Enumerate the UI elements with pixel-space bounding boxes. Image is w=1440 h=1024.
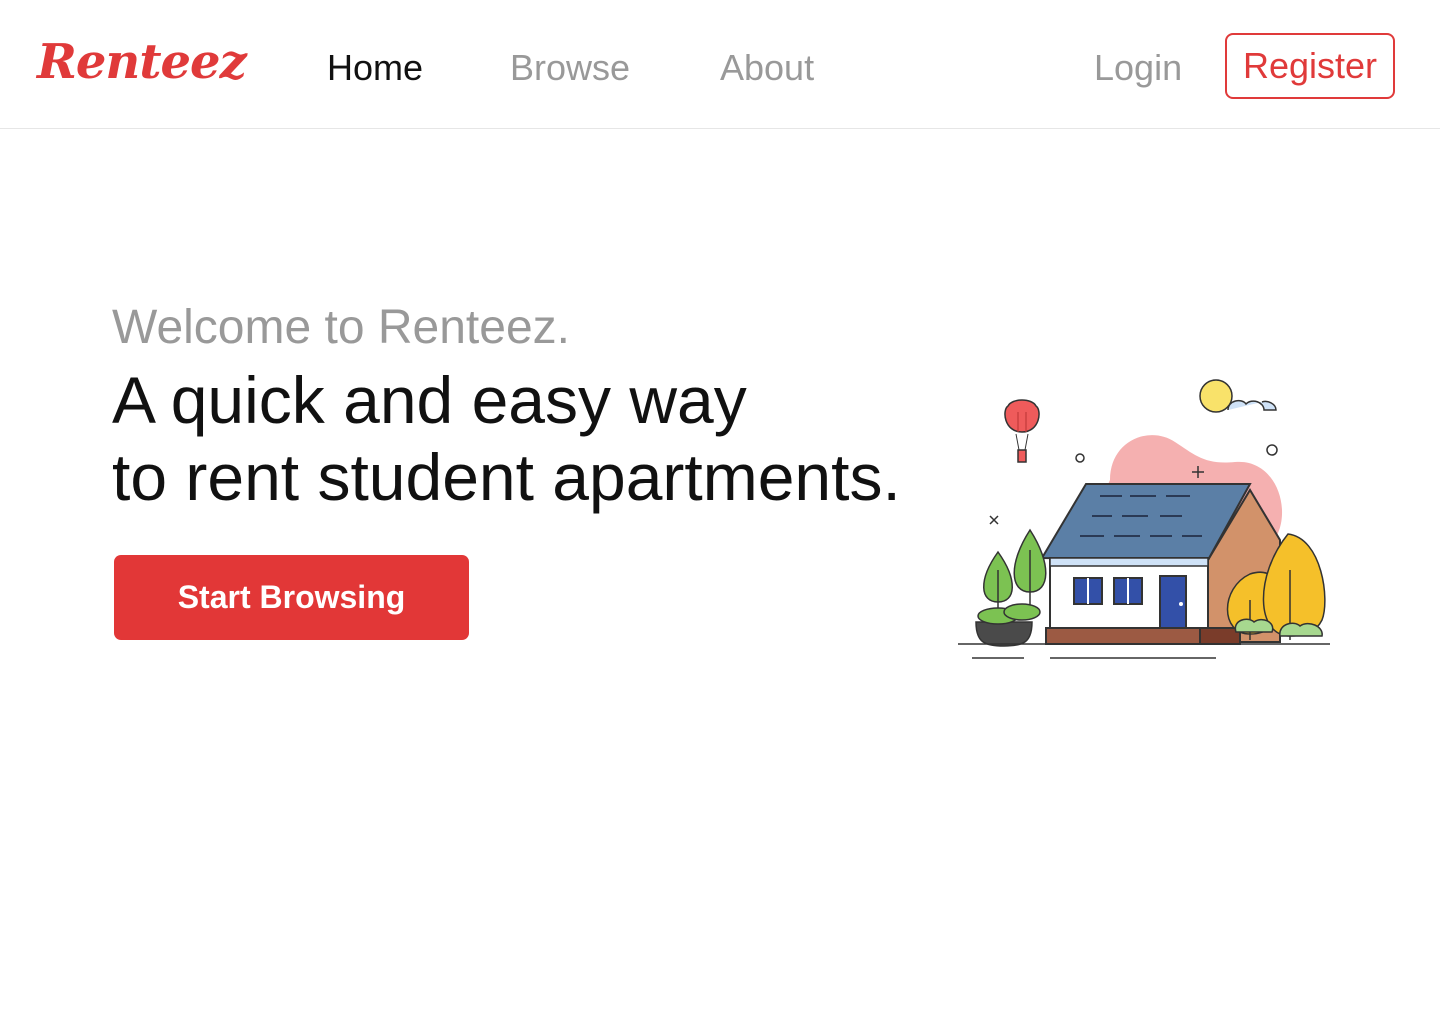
brand-logo[interactable]: Renteez <box>37 30 247 94</box>
welcome-text: Welcome to Renteez. <box>112 301 570 354</box>
register-button[interactable]: Register <box>1225 33 1395 99</box>
nav-link-about[interactable]: About <box>720 44 814 92</box>
cloud-icon <box>1227 399 1277 411</box>
headline-line-1: A quick and easy way <box>112 363 747 437</box>
house-illustration <box>958 379 1330 659</box>
tree-icon <box>983 528 1047 616</box>
headline-line-2: to rent student apartments. <box>112 440 901 514</box>
balloon-icon <box>1004 399 1040 463</box>
house-foundation <box>1045 627 1201 645</box>
nav-link-browse[interactable]: Browse <box>510 44 630 92</box>
sun-icon <box>1199 379 1233 413</box>
start-browsing-button[interactable]: Start Browsing <box>114 555 469 640</box>
hero-headline: A quick and easy way to rent student apa… <box>112 362 901 516</box>
plant-pot-icon <box>975 603 1041 647</box>
login-link[interactable]: Login <box>1094 44 1182 92</box>
nav-link-home[interactable]: Home <box>327 44 423 92</box>
top-navbar: Renteez Home Browse About Login Register <box>0 0 1440 129</box>
